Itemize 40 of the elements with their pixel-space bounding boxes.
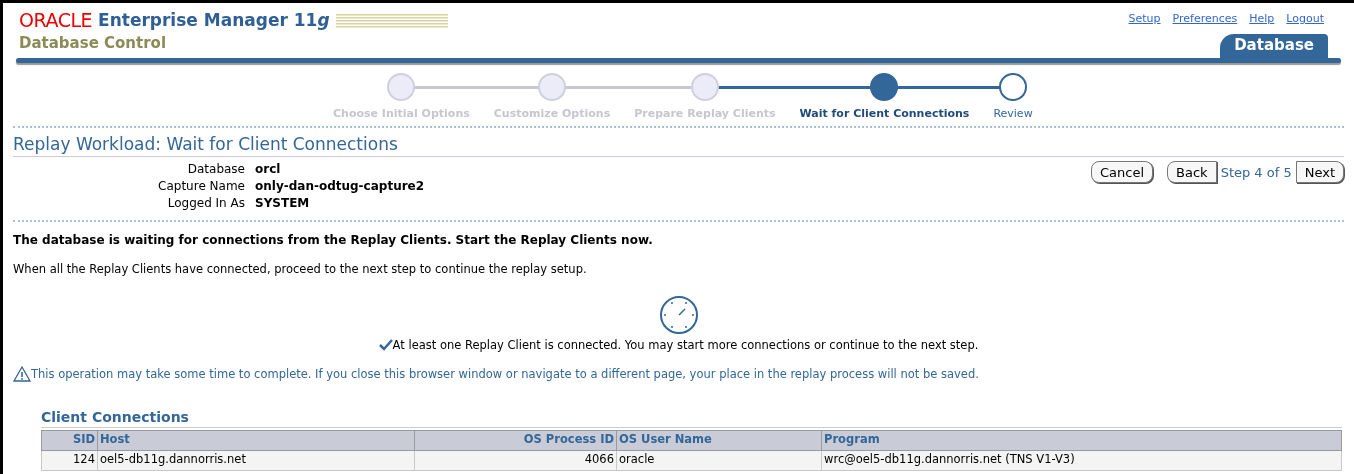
status-message: At least one Replay Client is connected. You may start more connections or continue to the next step. — [392, 336, 979, 354]
column-header: Host — [97, 430, 415, 450]
column-header: Program — [821, 430, 1342, 450]
database-tab[interactable]: Database — [1220, 33, 1328, 58]
step-label: Wait for Client Connections — [799, 105, 970, 122]
column-header: OS User Name — [616, 430, 822, 450]
header-link[interactable]: Preferences — [1172, 11, 1238, 28]
step-indicator: Step 4 of 5 — [1220, 163, 1292, 182]
info-value: orcl — [255, 161, 282, 179]
step-label: Review — [993, 105, 1033, 122]
brand-logo: ORACLE — [19, 11, 93, 30]
step-label: Prepare Replay Clients — [634, 105, 776, 122]
cancel-button[interactable]: Cancel — [1091, 161, 1154, 184]
section-title: Client Connections — [41, 409, 1342, 428]
warning-icon — [13, 366, 31, 383]
instruction-text: The database is waiting for connections from the Replay Clients. Start the Replay Clients now. — [13, 232, 654, 250]
hint-text: When all the Replay Clients have connected, proceed to the next step to continue the replay setup. — [13, 261, 588, 279]
step-label: Customize Options — [493, 105, 611, 122]
checkmark-icon — [378, 339, 393, 352]
clock-icon — [658, 294, 699, 335]
column-header: OS Process ID — [414, 430, 617, 450]
product-name: Enterprise Manager 11g — [98, 12, 330, 29]
table-cell: 124 — [41, 450, 98, 470]
header-link[interactable]: Logout — [1286, 11, 1324, 28]
stripes-icon — [335, 12, 448, 29]
header-link[interactable]: Setup — [1128, 11, 1161, 28]
product-subtitle: Database Control — [19, 33, 168, 54]
info-value: only-dan-odtug-capture2 — [255, 178, 425, 196]
header-link[interactable]: Help — [1249, 11, 1275, 28]
page-title: Replay Workload: Wait for Client Connections — [13, 134, 1344, 158]
info-label: Capture Name — [157, 178, 245, 196]
next-button[interactable]: Next — [1295, 161, 1344, 184]
info-label: Logged In As — [166, 195, 245, 213]
back-button[interactable]: Back — [1167, 161, 1217, 184]
info-value: SYSTEM — [255, 195, 311, 213]
step-label: Choose Initial Options — [333, 105, 470, 122]
table-cell: wrc@oel5-db11g.dannorris.net (TNS V1-V3) — [821, 450, 1342, 470]
info-label: Database — [186, 161, 245, 179]
column-header: SID — [41, 430, 98, 450]
warning-message: This operation may take some time to complete. If you close this browser window or navigate to a different page, your place in the replay process will not be saved. — [31, 365, 979, 383]
